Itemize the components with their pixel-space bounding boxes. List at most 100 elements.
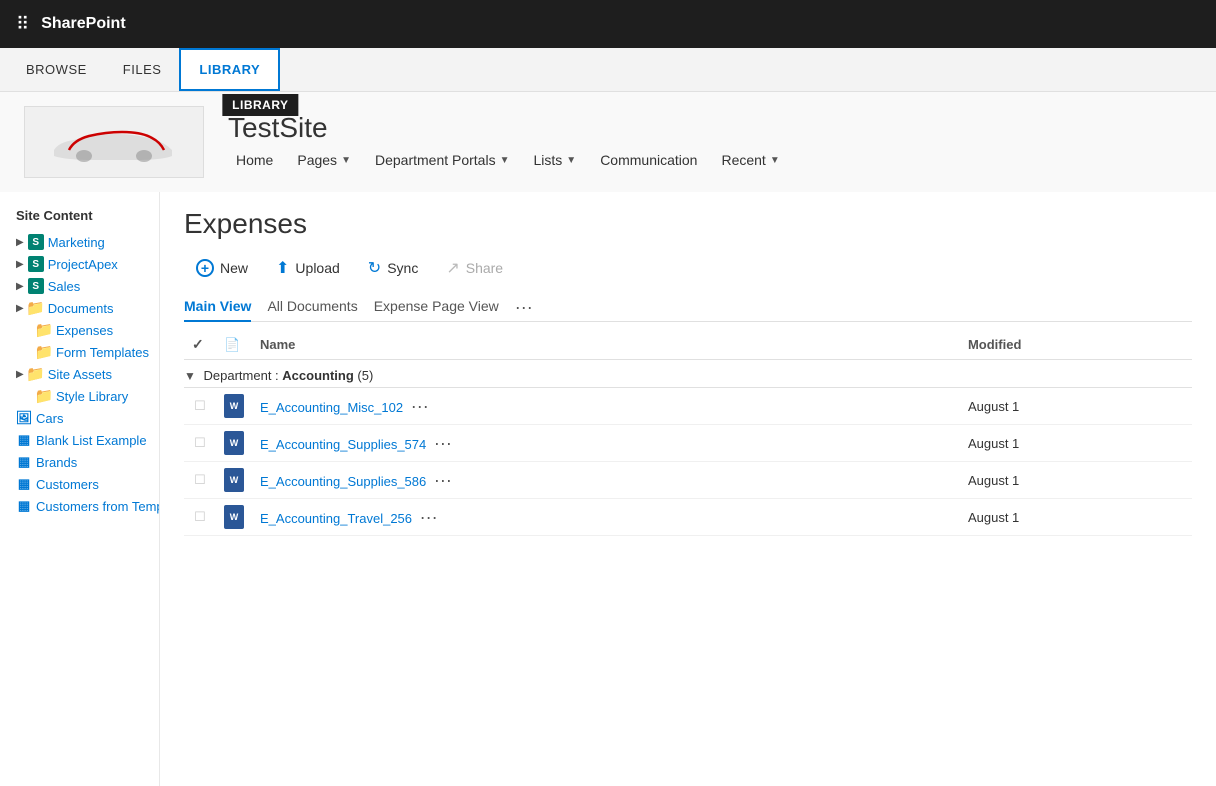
docs-pane: Expenses + New ⬆ Upload ↻ Sync ↗ Share M… [160, 192, 1216, 786]
tab-library[interactable]: LIBRARY Library [179, 48, 280, 91]
sidebar-item-cars[interactable]: 🖼 Cars [16, 407, 159, 429]
recent-chevron: ▼ [770, 155, 780, 166]
sync-icon: ↻ [368, 258, 381, 278]
site-logo [24, 106, 204, 178]
table-row: ☐ W E_Accounting_Supplies_574 ··· August… [184, 425, 1192, 462]
sidebar-item-documents[interactable]: ▶ 📁 Documents [16, 297, 159, 319]
expenses-folder-icon: 📁 [36, 322, 52, 338]
sidebar-item-projectapex[interactable]: ▶ S ProjectApex [16, 253, 159, 275]
cars-icon: 🖼 [16, 410, 32, 426]
view-tab-expensepageview[interactable]: Expense Page View [374, 292, 499, 322]
sidebar-section-title: Site Content [16, 208, 159, 223]
share-button[interactable]: ↗ Share [434, 252, 515, 284]
app-title: SharePoint [41, 15, 125, 33]
doc-name-link[interactable]: E_Accounting_Supplies_574 [260, 437, 426, 452]
projectapex-chevron: ▶ [16, 259, 24, 270]
tab-browse[interactable]: BROWSE [8, 48, 105, 91]
sidebar-item-customers[interactable]: ▦ Customers [16, 473, 159, 495]
row-more-button[interactable]: ··· [430, 470, 456, 491]
table-row: ☐ W E_Accounting_Misc_102 ··· August 1 [184, 388, 1192, 425]
siteassets-chevron: ▶ [16, 369, 24, 380]
sidebar-item-brands[interactable]: ▦ Brands [16, 451, 159, 473]
sidebar-item-expenses[interactable]: 📁 Expenses [16, 319, 159, 341]
doc-name-link[interactable]: E_Accounting_Misc_102 [260, 400, 403, 415]
row-check[interactable]: ☐ [184, 425, 216, 462]
new-button[interactable]: + New [184, 253, 260, 283]
doc-name-link[interactable]: E_Accounting_Travel_256 [260, 511, 412, 526]
row-modified: August 1 [960, 425, 1192, 462]
group-dept-label: Department [204, 368, 272, 383]
site-name: TestSite [228, 112, 788, 144]
blanklistexample-icon: ▦ [16, 432, 32, 448]
word-doc-icon: W [224, 394, 244, 418]
view-tab-more-button[interactable]: ··· [515, 298, 533, 316]
group-count: (5) [357, 368, 373, 383]
site-info: TestSite Home Pages ▼ Department Portals… [228, 112, 788, 172]
row-name: E_Accounting_Supplies_586 ··· [252, 462, 960, 499]
row-name: E_Accounting_Travel_256 ··· [252, 499, 960, 536]
row-icon: W [216, 388, 252, 425]
nav-home[interactable]: Home [228, 148, 281, 172]
group-header-accounting: ▼ Department : Accounting (5) [184, 360, 1192, 388]
top-bar: ⠿ SharePoint [0, 0, 1216, 48]
sidebar-item-blanklistexample[interactable]: ▦ Blank List Example [16, 429, 159, 451]
nav-lists[interactable]: Lists ▼ [525, 148, 584, 172]
logo-svg [34, 112, 194, 172]
doc-name-link[interactable]: E_Accounting_Supplies_586 [260, 474, 426, 489]
brands-icon: ▦ [16, 454, 32, 470]
stylelibrary-folder-icon: 📁 [36, 388, 52, 404]
row-icon: W [216, 462, 252, 499]
documents-folder-icon: 📁 [28, 300, 44, 316]
row-check[interactable]: ☐ [184, 499, 216, 536]
new-icon: + [196, 259, 214, 277]
documents-chevron: ▶ [16, 303, 24, 314]
upload-icon: ⬆ [276, 258, 289, 278]
row-name: E_Accounting_Misc_102 ··· [252, 388, 960, 425]
view-tab-mainview[interactable]: Main View [184, 292, 251, 322]
sidebar-item-formtemplates[interactable]: 📁 Form Templates [16, 341, 159, 363]
share-icon: ↗ [446, 258, 459, 278]
word-doc-icon: W [224, 505, 244, 529]
sales-chevron: ▶ [16, 281, 24, 292]
view-tab-alldocuments[interactable]: All Documents [267, 292, 357, 322]
col-name-header: Name [252, 330, 960, 360]
main-content: Site Content ▶ S Marketing ▶ S ProjectAp… [0, 192, 1216, 786]
table-row: ☐ W E_Accounting_Travel_256 ··· August 1 [184, 499, 1192, 536]
row-icon: W [216, 499, 252, 536]
col-modified-header: Modified [960, 330, 1192, 360]
nav-communication[interactable]: Communication [592, 148, 705, 172]
col-check: ✓ [184, 330, 216, 360]
tab-files[interactable]: FILES [105, 48, 180, 91]
nav-pages[interactable]: Pages ▼ [289, 148, 359, 172]
sidebar-item-customersfromtemplate[interactable]: ▦ Customers from Template [16, 495, 159, 517]
row-modified: August 1 [960, 499, 1192, 536]
word-doc-icon: W [224, 468, 244, 492]
nav-department-portals[interactable]: Department Portals ▼ [367, 148, 518, 172]
sidebar-item-marketing[interactable]: ▶ S Marketing [16, 231, 159, 253]
word-doc-icon: W [224, 431, 244, 455]
siteassets-folder-icon: 📁 [28, 366, 44, 382]
waffle-icon[interactable]: ⠿ [16, 14, 29, 35]
row-more-button[interactable]: ··· [416, 507, 442, 528]
row-check[interactable]: ☐ [184, 462, 216, 499]
sidebar: Site Content ▶ S Marketing ▶ S ProjectAp… [0, 192, 160, 786]
row-check[interactable]: ☐ [184, 388, 216, 425]
row-icon: W [216, 425, 252, 462]
sidebar-item-stylelibrary[interactable]: 📁 Style Library [16, 385, 159, 407]
row-more-button[interactable]: ··· [407, 396, 433, 417]
sidebar-item-sales[interactable]: ▶ S Sales [16, 275, 159, 297]
projectapex-icon: S [28, 256, 44, 272]
col-icon: 📄 [216, 330, 252, 360]
sales-icon: S [28, 278, 44, 294]
group-dept-value: Accounting [282, 368, 354, 383]
dept-portals-chevron: ▼ [500, 155, 510, 166]
docs-toolbar: + New ⬆ Upload ↻ Sync ↗ Share [184, 252, 1192, 284]
nav-recent[interactable]: Recent ▼ [713, 148, 787, 172]
upload-button[interactable]: ⬆ Upload [264, 252, 352, 284]
row-more-button[interactable]: ··· [430, 433, 456, 454]
view-tabs: Main View All Documents Expense Page Vie… [184, 292, 1192, 322]
sidebar-item-siteassets[interactable]: ▶ 📁 Site Assets [16, 363, 159, 385]
group-chevron[interactable]: ▼ [184, 369, 196, 383]
sync-button[interactable]: ↻ Sync [356, 252, 431, 284]
customersfromtemplate-icon: ▦ [16, 498, 32, 514]
